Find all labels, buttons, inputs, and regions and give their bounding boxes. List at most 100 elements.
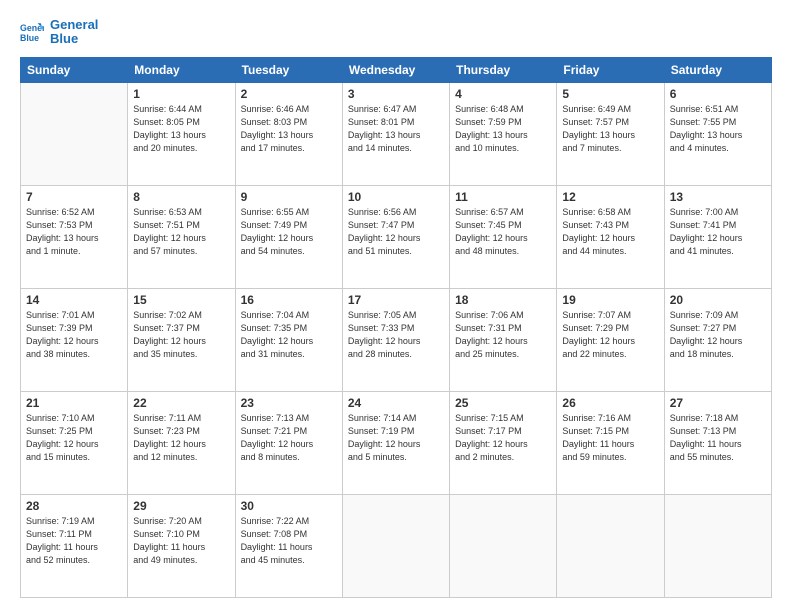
day-info: Sunrise: 7:19 AM Sunset: 7:11 PM Dayligh… [26,515,122,567]
calendar-day-cell: 12 Sunrise: 6:58 AM Sunset: 7:43 PM Dayli… [557,185,664,288]
calendar-day-cell: 22 Sunrise: 7:11 AM Sunset: 7:23 PM Dayli… [128,391,235,494]
day-info: Sunrise: 7:04 AM Sunset: 7:35 PM Dayligh… [241,309,337,361]
calendar-day-cell: 18 Sunrise: 7:06 AM Sunset: 7:31 PM Dayli… [450,288,557,391]
day-info: Sunrise: 7:14 AM Sunset: 7:19 PM Dayligh… [348,412,444,464]
day-info: Sunrise: 7:15 AM Sunset: 7:17 PM Dayligh… [455,412,551,464]
calendar-day-cell: 9 Sunrise: 6:55 AM Sunset: 7:49 PM Daylig… [235,185,342,288]
day-number: 24 [348,396,444,410]
day-info: Sunrise: 7:13 AM Sunset: 7:21 PM Dayligh… [241,412,337,464]
logo-general: General [50,18,98,32]
calendar-day-cell: 2 Sunrise: 6:46 AM Sunset: 8:03 PM Daylig… [235,82,342,185]
day-info: Sunrise: 7:18 AM Sunset: 7:13 PM Dayligh… [670,412,766,464]
day-info: Sunrise: 6:47 AM Sunset: 8:01 PM Dayligh… [348,103,444,155]
calendar-day-cell [21,82,128,185]
calendar-table: SundayMondayTuesdayWednesdayThursdayFrid… [20,57,772,598]
calendar-day-cell: 4Sunrise: 6:48 AM Sunset: 7:59 PM Daylig… [450,82,557,185]
calendar-day-cell: 8 Sunrise: 6:53 AM Sunset: 7:51 PM Daylig… [128,185,235,288]
logo-icon: General Blue [20,20,44,44]
calendar-day-cell: 15 Sunrise: 7:02 AM Sunset: 7:37 PM Dayli… [128,288,235,391]
day-number: 10 [348,190,444,204]
day-number: 23 [241,396,337,410]
day-number: 19 [562,293,658,307]
calendar-day-cell: 30Sunrise: 7:22 AM Sunset: 7:08 PM Dayli… [235,494,342,597]
day-number: 13 [670,190,766,204]
weekday-header-cell: Friday [557,57,664,82]
day-info: Sunrise: 7:11 AM Sunset: 7:23 PM Dayligh… [133,412,229,464]
calendar-day-cell: 5 Sunrise: 6:49 AM Sunset: 7:57 PM Daylig… [557,82,664,185]
day-number: 18 [455,293,551,307]
day-info: Sunrise: 6:53 AM Sunset: 7:51 PM Dayligh… [133,206,229,258]
day-number: 8 [133,190,229,204]
calendar-day-cell: 13 Sunrise: 7:00 AM Sunset: 7:41 PM Dayli… [664,185,771,288]
calendar-day-cell: 3Sunrise: 6:47 AM Sunset: 8:01 PM Daylig… [342,82,449,185]
day-number: 5 [562,87,658,101]
calendar-day-cell: 24 Sunrise: 7:14 AM Sunset: 7:19 PM Dayli… [342,391,449,494]
day-info: Sunrise: 7:07 AM Sunset: 7:29 PM Dayligh… [562,309,658,361]
calendar-day-cell: 26Sunrise: 7:16 AM Sunset: 7:15 PM Dayli… [557,391,664,494]
day-number: 12 [562,190,658,204]
calendar-day-cell: 27 Sunrise: 7:18 AM Sunset: 7:13 PM Dayli… [664,391,771,494]
day-info: Sunrise: 6:49 AM Sunset: 7:57 PM Dayligh… [562,103,658,155]
day-number: 9 [241,190,337,204]
calendar-day-cell: 29 Sunrise: 7:20 AM Sunset: 7:10 PM Dayli… [128,494,235,597]
calendar-day-cell: 23 Sunrise: 7:13 AM Sunset: 7:21 PM Dayli… [235,391,342,494]
calendar-week-row: 14Sunrise: 7:01 AM Sunset: 7:39 PM Dayli… [21,288,772,391]
day-info: Sunrise: 7:09 AM Sunset: 7:27 PM Dayligh… [670,309,766,361]
day-info: Sunrise: 6:51 AM Sunset: 7:55 PM Dayligh… [670,103,766,155]
day-info: Sunrise: 6:55 AM Sunset: 7:49 PM Dayligh… [241,206,337,258]
weekday-header-row: SundayMondayTuesdayWednesdayThursdayFrid… [21,57,772,82]
day-number: 29 [133,499,229,513]
calendar-day-cell [557,494,664,597]
day-info: Sunrise: 6:46 AM Sunset: 8:03 PM Dayligh… [241,103,337,155]
header: General Blue General Blue [20,18,772,47]
calendar-day-cell: 16 Sunrise: 7:04 AM Sunset: 7:35 PM Dayli… [235,288,342,391]
day-info: Sunrise: 7:10 AM Sunset: 7:25 PM Dayligh… [26,412,122,464]
calendar-day-cell: 11 Sunrise: 6:57 AM Sunset: 7:45 PM Dayli… [450,185,557,288]
calendar-week-row: 28 Sunrise: 7:19 AM Sunset: 7:11 PM Dayli… [21,494,772,597]
day-info: Sunrise: 7:06 AM Sunset: 7:31 PM Dayligh… [455,309,551,361]
day-number: 27 [670,396,766,410]
day-number: 22 [133,396,229,410]
calendar-day-cell [342,494,449,597]
calendar-day-cell: 10 Sunrise: 6:56 AM Sunset: 7:47 PM Dayli… [342,185,449,288]
day-number: 30 [241,499,337,513]
calendar-day-cell: 14Sunrise: 7:01 AM Sunset: 7:39 PM Dayli… [21,288,128,391]
day-info: Sunrise: 6:58 AM Sunset: 7:43 PM Dayligh… [562,206,658,258]
day-number: 1 [133,87,229,101]
day-info: Sunrise: 7:20 AM Sunset: 7:10 PM Dayligh… [133,515,229,567]
day-number: 2 [241,87,337,101]
day-info: Sunrise: 6:52 AM Sunset: 7:53 PM Dayligh… [26,206,122,258]
logo: General Blue General Blue [20,18,98,47]
day-info: Sunrise: 6:56 AM Sunset: 7:47 PM Dayligh… [348,206,444,258]
calendar-day-cell: 1 Sunrise: 6:44 AM Sunset: 8:05 PM Daylig… [128,82,235,185]
calendar-page: General Blue General Blue SundayMondayTu… [0,0,792,612]
calendar-day-cell [664,494,771,597]
day-number: 15 [133,293,229,307]
day-info: Sunrise: 7:02 AM Sunset: 7:37 PM Dayligh… [133,309,229,361]
day-info: Sunrise: 6:57 AM Sunset: 7:45 PM Dayligh… [455,206,551,258]
calendar-day-cell: 19 Sunrise: 7:07 AM Sunset: 7:29 PM Dayli… [557,288,664,391]
calendar-day-cell: 20 Sunrise: 7:09 AM Sunset: 7:27 PM Dayli… [664,288,771,391]
day-number: 26 [562,396,658,410]
calendar-day-cell: 17Sunrise: 7:05 AM Sunset: 7:33 PM Dayli… [342,288,449,391]
day-number: 20 [670,293,766,307]
calendar-day-cell: 6 Sunrise: 6:51 AM Sunset: 7:55 PM Daylig… [664,82,771,185]
day-number: 6 [670,87,766,101]
day-number: 11 [455,190,551,204]
day-number: 16 [241,293,337,307]
calendar-body: 1 Sunrise: 6:44 AM Sunset: 8:05 PM Daylig… [21,82,772,597]
day-number: 28 [26,499,122,513]
calendar-day-cell: 25Sunrise: 7:15 AM Sunset: 7:17 PM Dayli… [450,391,557,494]
weekday-header-cell: Saturday [664,57,771,82]
calendar-week-row: 1 Sunrise: 6:44 AM Sunset: 8:05 PM Daylig… [21,82,772,185]
calendar-day-cell [450,494,557,597]
calendar-day-cell: 7 Sunrise: 6:52 AM Sunset: 7:53 PM Daylig… [21,185,128,288]
weekday-header-cell: Monday [128,57,235,82]
day-number: 7 [26,190,122,204]
day-info: Sunrise: 7:00 AM Sunset: 7:41 PM Dayligh… [670,206,766,258]
weekday-header-cell: Thursday [450,57,557,82]
day-number: 21 [26,396,122,410]
day-info: Sunrise: 7:05 AM Sunset: 7:33 PM Dayligh… [348,309,444,361]
logo-blue: Blue [50,32,98,46]
day-info: Sunrise: 6:44 AM Sunset: 8:05 PM Dayligh… [133,103,229,155]
